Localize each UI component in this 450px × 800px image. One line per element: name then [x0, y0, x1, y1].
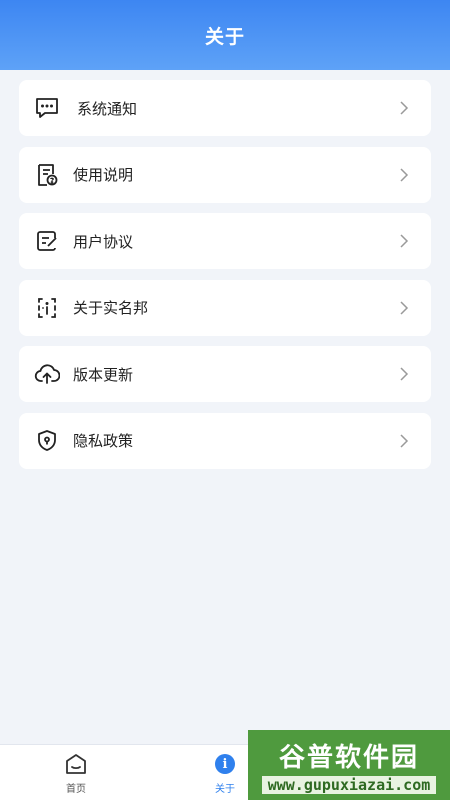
document-help-icon	[33, 161, 61, 189]
page-title: 关于	[204, 25, 245, 48]
page-header: 关于	[0, 0, 450, 70]
menu-item-label: 关于实名邦	[73, 299, 149, 317]
menu-item-label: 隐私政策	[73, 432, 134, 450]
cloud-upload-icon	[33, 360, 61, 388]
app-root: 关于 系统通知 使用说明 用户协议 关于实名邦 版本更新 隐私政策 首页 i 关…	[0, 0, 450, 800]
watermark-logo: 谷普软件园 www.gupuxiazai.com	[248, 730, 450, 800]
menu-item-label: 用户协议	[73, 232, 134, 251]
menu-item-version-update[interactable]: 版本更新	[19, 346, 431, 402]
shield-icon	[33, 427, 61, 455]
menu-item-label: 使用说明	[73, 166, 134, 184]
watermark-title: 谷普软件园	[278, 742, 419, 773]
message-icon	[33, 94, 61, 122]
tab-label: 关于	[215, 784, 235, 795]
tab-about[interactable]: i 关于	[195, 745, 255, 800]
menu-item-label: 版本更新	[73, 365, 134, 384]
menu-item-instructions[interactable]: 使用说明	[19, 146, 431, 203]
watermark-url: www.gupuxiazai.com	[261, 775, 437, 794]
tab-home[interactable]: 首页	[46, 745, 106, 800]
info-icon: i	[212, 751, 238, 777]
info-box-icon	[33, 294, 61, 322]
chevron-right-icon	[400, 433, 409, 448]
menu-list: 系统通知 使用说明 用户协议 关于实名邦 版本更新 隐私政策	[0, 70, 450, 469]
chevron-right-icon	[400, 300, 409, 315]
menu-item-user-agreement[interactable]: 用户协议	[19, 213, 431, 269]
home-icon	[63, 751, 89, 777]
tab-label: 首页	[66, 784, 86, 795]
chevron-right-icon	[400, 101, 409, 115]
menu-item-label: 系统通知	[77, 99, 138, 118]
chevron-right-icon	[400, 167, 409, 182]
edit-document-icon	[33, 227, 61, 255]
menu-item-system-notification[interactable]: 系统通知	[19, 80, 431, 136]
info-icon-glyph: i	[215, 754, 235, 774]
chevron-right-icon	[400, 234, 409, 248]
chevron-right-icon	[400, 367, 409, 381]
menu-item-about-app[interactable]: 关于实名邦	[19, 279, 431, 336]
menu-item-privacy-policy[interactable]: 隐私政策	[19, 412, 431, 469]
